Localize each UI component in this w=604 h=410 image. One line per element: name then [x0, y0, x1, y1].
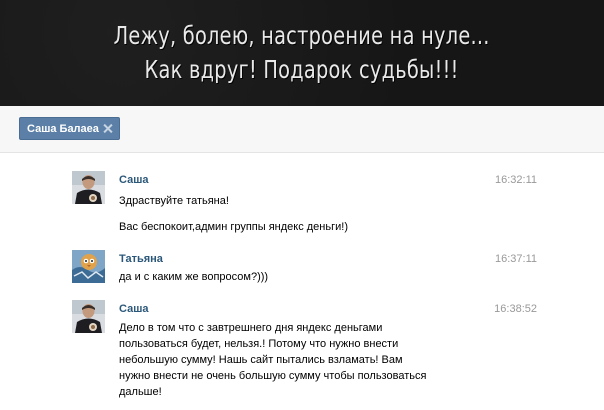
dialog-tab-bar: Саша Балаеа — [0, 106, 604, 153]
avatar[interactable] — [72, 250, 105, 283]
message-text-line: да и с каким же вопросом?))) — [119, 271, 269, 283]
message-time: 16:37:11 — [494, 253, 537, 265]
message-author[interactable]: Саша — [119, 303, 148, 315]
message-text-line: Вас беспокоит,админ группы яндекс деньги… — [119, 221, 348, 233]
dialog-tab[interactable]: Саша Балаеа — [19, 117, 120, 140]
close-icon[interactable] — [104, 124, 113, 133]
message-text-line: нужно внести не очень большую сумму чтоб… — [119, 370, 427, 382]
message-text-line: Дело в том что с завтрешнего дня яндекс … — [119, 322, 383, 334]
message-text-line: пользоваться будет, нельзя.! Потому что … — [119, 338, 399, 350]
message-text-line: дальше! — [119, 386, 162, 398]
message-author[interactable]: Саша — [119, 174, 148, 186]
caption-line-1: Лежу, болею, настроение на нуле... — [113, 21, 491, 50]
avatar[interactable] — [72, 171, 105, 204]
message-time: 16:38:52 — [494, 303, 537, 315]
dialog-tab-label: Саша Балаеа — [27, 122, 99, 135]
message-author[interactable]: Татьяна — [119, 253, 163, 265]
meme-caption-banner: Лежу, болею, настроение на нуле... Как в… — [0, 0, 604, 106]
message-time: 16:32:11 — [494, 174, 537, 186]
message-text-line: небольшую сумму! Нашь сайт пытались взла… — [119, 354, 403, 366]
caption-line-2: Как вдруг! Подарок судьбы!!! — [144, 55, 460, 84]
avatar[interactable] — [72, 300, 105, 333]
message-text-line: Здраствуйте татьяна! — [119, 195, 229, 207]
